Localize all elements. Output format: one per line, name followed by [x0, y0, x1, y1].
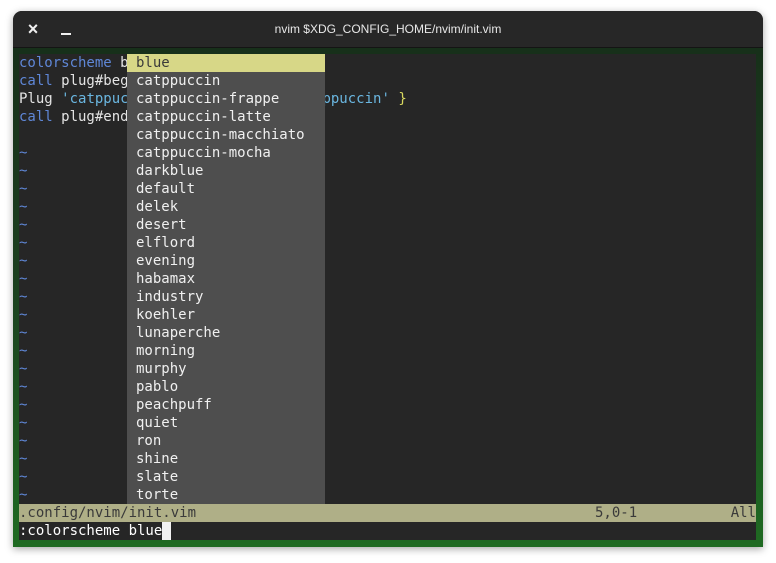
completion-item-label: koehler	[136, 307, 196, 323]
completion-item-label: habamax	[136, 271, 196, 287]
completion-item-label: default	[136, 181, 196, 197]
completion-item-label: catppuccin-frappe	[136, 91, 280, 107]
completion-popup[interactable]: blue catppuccin catppuccin-frappe catppucci…	[127, 54, 325, 522]
tilde-marker: ~	[19, 343, 28, 359]
tilde-marker: ~	[19, 253, 28, 269]
completion-item[interactable]: catppuccin-mocha	[127, 144, 325, 162]
tilde-marker: ~	[19, 397, 28, 413]
keyword: call	[19, 73, 53, 89]
completion-item[interactable]: koehler	[127, 306, 325, 324]
completion-item[interactable]: murphy	[127, 360, 325, 378]
completion-item-label: torte	[136, 487, 179, 503]
tilde-marker: ~	[19, 451, 28, 467]
tilde-marker: ~	[19, 433, 28, 449]
completion-item-label: catppuccin-macchiato	[136, 127, 305, 143]
tilde-marker: ~	[19, 235, 28, 251]
completion-item[interactable]: catppuccin	[127, 72, 325, 90]
command-line[interactable]: :colorscheme blue	[19, 522, 756, 540]
completion-item[interactable]: delek	[127, 198, 325, 216]
tilde-marker: ~	[19, 307, 28, 323]
tilde-marker: ~	[19, 379, 28, 395]
completion-item[interactable]: torte	[127, 486, 325, 504]
tilde-marker: ~	[19, 361, 28, 377]
line-text: Plug	[19, 91, 62, 107]
completion-item-label: pablo	[136, 379, 179, 395]
tilde-marker: ~	[19, 199, 28, 215]
completion-item[interactable]: slate	[127, 468, 325, 486]
tilde-marker: ~	[19, 163, 28, 179]
completion-item[interactable]: quiet	[127, 414, 325, 432]
completion-item-label: darkblue	[136, 163, 204, 179]
status-filename: .config/nvim/init.vim	[19, 505, 197, 521]
brace: }	[389, 91, 407, 107]
completion-item[interactable]: ron	[127, 432, 325, 450]
keyword: colorscheme	[19, 55, 112, 71]
tilde-marker: ~	[19, 469, 28, 485]
completion-item-label: delek	[136, 199, 179, 215]
tilde-marker: ~	[19, 145, 28, 161]
tilde-marker: ~	[19, 487, 28, 503]
completion-item[interactable]: evening	[127, 252, 325, 270]
tilde-marker: ~	[19, 415, 28, 431]
keyword: call	[19, 109, 53, 125]
completion-item[interactable]: shine	[127, 450, 325, 468]
completion-item-label: slate	[136, 469, 179, 485]
completion-item-selected[interactable]: blue	[127, 54, 325, 72]
completion-item-label: peachpuff	[136, 397, 212, 413]
completion-item[interactable]: industry	[127, 288, 325, 306]
status-scroll-percent: All	[730, 505, 756, 521]
completion-item-label: ron	[136, 433, 162, 449]
terminal-frame: colorscheme blue call plug#begin() Plug …	[13, 48, 763, 547]
completion-item[interactable]: darkblue	[127, 162, 325, 180]
completion-item-label: desert	[136, 217, 187, 233]
completion-item-label: quiet	[136, 415, 179, 431]
tilde-marker: ~	[19, 271, 28, 287]
completion-item[interactable]: lunaperche	[127, 324, 325, 342]
title-bar: × nvim $XDG_CONFIG_HOME/nvim/init.vim	[13, 11, 763, 48]
completion-item[interactable]: peachpuff	[127, 396, 325, 414]
completion-item[interactable]: elflord	[127, 234, 325, 252]
window-title: nvim $XDG_CONFIG_HOME/nvim/init.vim	[274, 22, 502, 36]
completion-item-label: morning	[136, 343, 196, 359]
completion-item-label: catppuccin	[136, 73, 221, 89]
completion-item-label: catppuccin-latte	[136, 109, 271, 125]
completion-item-label: industry	[136, 289, 204, 305]
completion-item-label: murphy	[136, 361, 187, 377]
tilde-marker: ~	[19, 181, 28, 197]
completion-item[interactable]: desert	[127, 216, 325, 234]
completion-item-label: shine	[136, 451, 179, 467]
tilde-marker: ~	[19, 289, 28, 305]
completion-item[interactable]: habamax	[127, 270, 325, 288]
completion-item[interactable]: morning	[127, 342, 325, 360]
completion-item-label: elflord	[136, 235, 196, 251]
completion-item[interactable]: pablo	[127, 378, 325, 396]
minimize-icon[interactable]	[58, 19, 74, 39]
completion-item[interactable]: default	[127, 180, 325, 198]
completion-item-label: lunaperche	[136, 325, 221, 341]
status-cursor-position: 5,0-1	[595, 505, 638, 521]
completion-item-label: catppuccin-mocha	[136, 145, 271, 161]
completion-item[interactable]: catppuccin-latte	[127, 108, 325, 126]
completion-item-label: blue	[136, 55, 170, 71]
terminal-window: × nvim $XDG_CONFIG_HOME/nvim/init.vim co…	[13, 11, 763, 547]
completion-item-label: evening	[136, 253, 196, 269]
command-text: :colorscheme blue	[19, 523, 163, 539]
tilde-marker: ~	[19, 217, 28, 233]
text-cursor	[162, 522, 172, 540]
tilde-marker: ~	[19, 325, 28, 341]
close-icon[interactable]: ×	[24, 19, 42, 39]
completion-item[interactable]: catppuccin-macchiato	[127, 126, 325, 144]
completion-item[interactable]: catppuccin-frappe	[127, 90, 325, 108]
nvim-editor[interactable]: colorscheme blue call plug#begin() Plug …	[19, 54, 756, 540]
status-line: .config/nvim/init.vim 5,0-1 All	[19, 504, 756, 522]
